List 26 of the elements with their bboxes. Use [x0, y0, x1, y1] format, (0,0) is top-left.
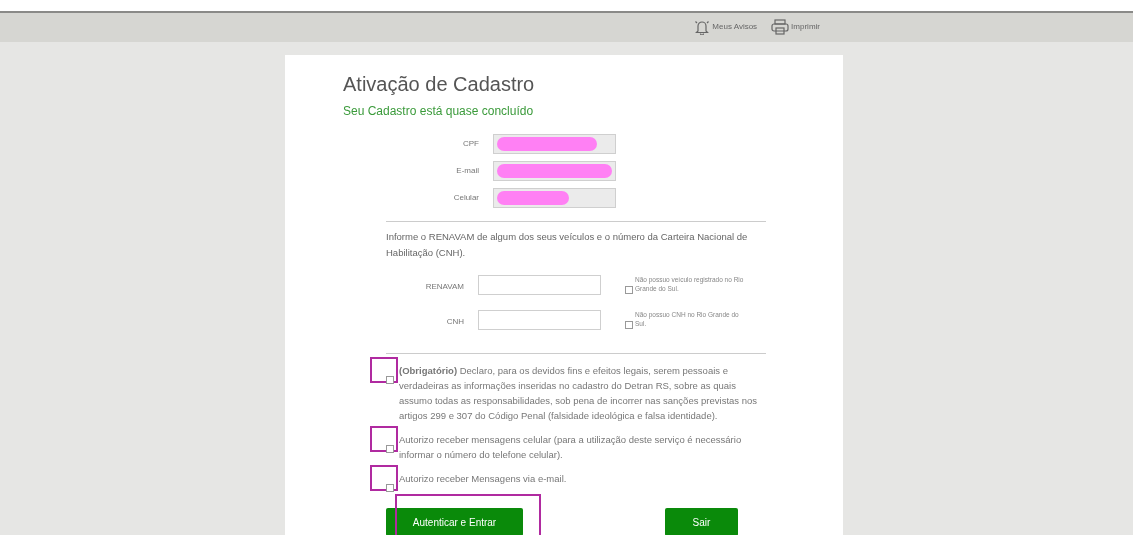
field-label: RENAVAM [424, 281, 464, 293]
header-link[interactable]: Imprimir [771, 19, 820, 36]
header-link[interactable]: Meus Avisos [694, 19, 758, 35]
checkbox[interactable] [386, 445, 394, 453]
bell-icon [694, 19, 711, 35]
checkbox[interactable] [386, 376, 394, 384]
checkbox[interactable] [625, 321, 633, 329]
page-subtitle: Seu Cadastro está quase concluído [343, 103, 535, 120]
checkbox[interactable] [625, 286, 633, 294]
consent-text: (Obrigatório) Declaro, para os devidos fins e efeitos legais, serem pessoais e verdadeiras as informações inseridas no cadastro do Detran RS, sobre as quais assumo todas as responsabilidades, sob pena de incorrer nas sanções previstas nos artigos 299 e 307 do Código Penal (falsidade ideológica e falsa identidade). [399, 364, 759, 423]
field-label: CNH [445, 316, 464, 328]
consent-text: Autorizo receber Mensagens via e-mail. [399, 472, 567, 486]
printer-icon [771, 19, 790, 36]
action-button[interactable]: Sair [665, 508, 738, 535]
field-label: E-mail [455, 165, 479, 177]
action-button[interactable]: Autenticar e Entrar [386, 508, 523, 535]
field-label: Celular [452, 192, 479, 204]
input-field[interactable] [493, 134, 616, 154]
page-title: Ativação de Cadastro [343, 72, 536, 97]
instructions-text: Informe o RENAVAM de algum dos seus veículos e o número da Carteira Nacional de Habilitação (CNH). [386, 230, 749, 260]
input-field[interactable] [478, 275, 601, 295]
checkbox[interactable] [386, 484, 394, 492]
consent-text: Autorizo receber mensagens celular (para a utilização deste serviço é necessário informar o número do telefone celular). [399, 433, 743, 462]
input-field[interactable] [478, 310, 601, 330]
field-label: CPF [462, 138, 479, 150]
input-field[interactable] [493, 188, 616, 208]
